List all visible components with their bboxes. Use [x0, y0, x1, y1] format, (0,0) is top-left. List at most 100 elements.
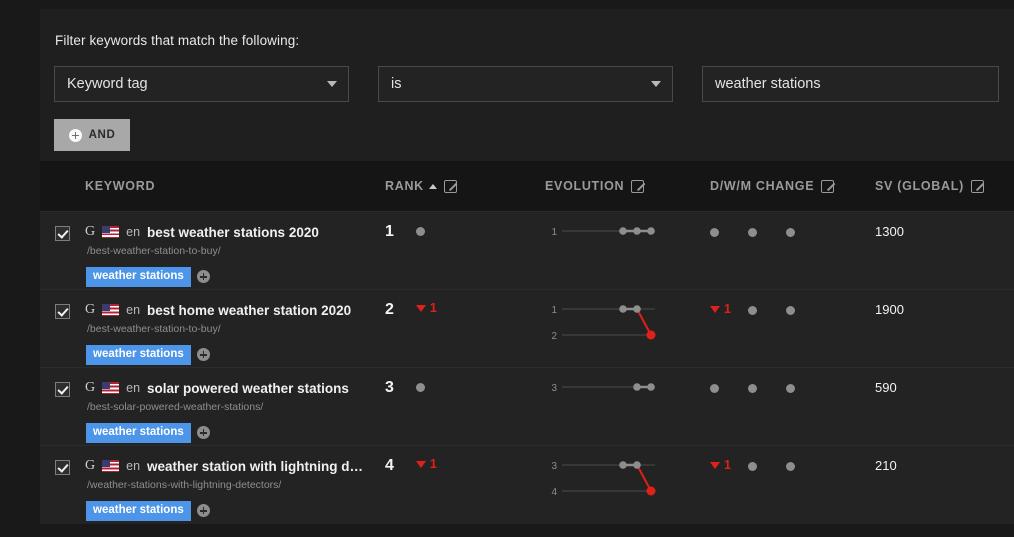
table-row[interactable]: Gen solar powered weather stations/best-s…: [40, 368, 1014, 446]
add-tag-icon[interactable]: [196, 504, 210, 518]
filter-field-value: Keyword tag: [67, 76, 148, 92]
rank-change-down: 1: [710, 303, 731, 316]
table-row[interactable]: Gen weather station with lightning dete… /…: [40, 446, 1014, 524]
evolution-cell[interactable]: 34: [545, 446, 710, 502]
us-flag-icon: [102, 226, 120, 238]
evolution-point: [633, 227, 641, 235]
row-checkbox[interactable]: [55, 304, 70, 319]
evolution-axis-label: 1: [551, 227, 557, 238]
keyword-meta: Gen solar powered weather stations: [85, 379, 385, 397]
rank-cell: 21: [385, 290, 545, 318]
header-keyword[interactable]: KEYWORD: [85, 179, 385, 193]
row-checkbox[interactable]: [55, 226, 70, 241]
sv-cell: 590: [875, 368, 1014, 395]
rank-change-value: 1: [429, 457, 437, 471]
language-code: en: [126, 459, 141, 473]
change-monthly: [786, 303, 824, 315]
add-tag-icon[interactable]: [196, 270, 210, 284]
evolution-axis-label: 2: [551, 331, 557, 342]
keyword-url[interactable]: /best-weather-station-to-buy/: [85, 245, 385, 257]
evolution-cell[interactable]: 12: [545, 290, 710, 346]
change-daily: [710, 381, 748, 393]
change-weekly: [748, 225, 786, 237]
no-change-dot: [748, 462, 757, 471]
evolution-axis-label: 4: [551, 487, 557, 498]
no-change-dot: [748, 306, 757, 315]
language-code: en: [126, 303, 141, 317]
tag-chip[interactable]: weather stations: [86, 267, 191, 287]
chevron-down-icon: [327, 81, 337, 87]
change-cell: 1: [710, 446, 875, 472]
sv-cell: 210: [875, 446, 1014, 473]
no-change-dot: [710, 384, 719, 393]
keyword-text[interactable]: weather station with lightning dete…: [147, 459, 369, 474]
keyword-cell: Gen best home weather station 2020/best-w…: [85, 290, 385, 365]
table-row[interactable]: Gen best home weather station 2020/best-w…: [40, 290, 1014, 368]
sort-ascending-icon[interactable]: [428, 183, 437, 189]
rank-change-down: 1: [415, 302, 437, 315]
header-sv-label: SV (GLOBAL): [875, 179, 964, 193]
sv-cell: 1900: [875, 290, 1014, 317]
edit-icon[interactable]: [970, 179, 984, 193]
evolution-point: [633, 305, 641, 313]
add-tag-icon[interactable]: [196, 348, 210, 362]
header-sv[interactable]: SV (GLOBAL): [875, 179, 1014, 193]
add-tag-icon[interactable]: [196, 426, 210, 440]
no-change-dot: [748, 384, 757, 393]
sv-cell: 1300: [875, 212, 1014, 239]
rank-value: 2: [385, 301, 394, 318]
filter-field-select[interactable]: Keyword tag: [54, 66, 349, 102]
keyword-url[interactable]: /weather-stations-with-lightning-detecto…: [85, 479, 385, 491]
evolution-point: [646, 330, 656, 340]
rank-value: 4: [385, 457, 394, 474]
row-checkbox-cell: [40, 212, 85, 241]
change-weekly: [748, 303, 786, 315]
keyword-cell: Gen weather station with lightning dete… /…: [85, 446, 385, 521]
change-daily: 1: [710, 459, 748, 472]
change-cell: 1: [710, 290, 875, 316]
header-change-label: D/W/M CHANGE: [710, 179, 815, 193]
header-evolution[interactable]: EVOLUTION: [545, 179, 710, 193]
keyword-text[interactable]: solar powered weather stations: [147, 381, 349, 396]
header-rank[interactable]: RANK: [385, 179, 545, 193]
us-flag-icon: [102, 382, 120, 394]
sv-value: 590: [875, 380, 897, 395]
filter-value-input[interactable]: [702, 66, 999, 102]
keyword-url[interactable]: /best-weather-station-to-buy/: [85, 323, 385, 335]
row-checkbox[interactable]: [55, 460, 70, 475]
edit-icon[interactable]: [631, 179, 645, 193]
header-evolution-label: EVOLUTION: [545, 179, 625, 193]
keyword-tags: weather stations: [85, 423, 385, 443]
row-checkbox[interactable]: [55, 382, 70, 397]
filter-operator-select[interactable]: is: [378, 66, 673, 102]
tag-chip[interactable]: weather stations: [86, 423, 191, 443]
header-change[interactable]: D/W/M CHANGE: [710, 179, 875, 193]
no-change-dot: [786, 462, 795, 471]
plus-circle-icon: [68, 128, 82, 142]
edit-icon[interactable]: [821, 179, 835, 193]
rank-cell: 3: [385, 368, 545, 396]
keyword-url[interactable]: /best-solar-powered-weather-stations/: [85, 401, 385, 413]
keyword-text[interactable]: best home weather station 2020: [147, 303, 351, 318]
arrow-down-icon: [710, 305, 720, 313]
evolution-axis-label: 1: [551, 305, 557, 316]
keyword-cell: Gen best weather stations 2020/best-weath…: [85, 212, 385, 287]
edit-icon[interactable]: [443, 179, 457, 193]
table-row[interactable]: Gen best weather stations 2020/best-weath…: [40, 212, 1014, 290]
evolution-sparkline: 1: [551, 227, 655, 238]
evolution-cell[interactable]: 3: [545, 368, 710, 424]
table-body: Gen best weather stations 2020/best-weath…: [40, 212, 1014, 524]
tag-chip[interactable]: weather stations: [86, 345, 191, 365]
evolution-cell[interactable]: 1: [545, 212, 710, 268]
sv-value: 1300: [875, 224, 904, 239]
change-daily: [710, 225, 748, 237]
no-change-dot: [786, 228, 795, 237]
keyword-tags: weather stations: [85, 267, 385, 287]
add-and-condition-button[interactable]: AND: [54, 119, 130, 151]
keyword-meta: Gen weather station with lightning dete…: [85, 457, 385, 475]
change-cell: [710, 212, 875, 237]
evolution-point: [647, 227, 655, 235]
tag-chip[interactable]: weather stations: [86, 501, 191, 521]
keyword-text[interactable]: best weather stations 2020: [147, 225, 319, 240]
sv-value: 1900: [875, 302, 904, 317]
